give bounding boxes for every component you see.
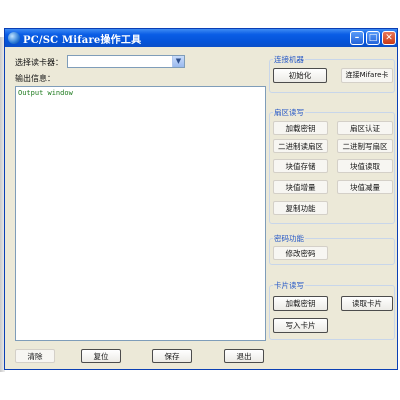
save-button[interactable]: 保存: [152, 349, 192, 363]
change-password-button[interactable]: 修改密码: [273, 246, 328, 260]
maximize-icon: □: [368, 33, 378, 43]
reader-select[interactable]: ▼: [67, 55, 185, 68]
reset-button[interactable]: 复位: [81, 349, 121, 363]
binary-read-button[interactable]: 二进制读扇区: [273, 139, 328, 153]
close-icon: ✕: [385, 33, 393, 43]
card-group-title: 卡片读写: [273, 280, 305, 291]
binary-write-button[interactable]: 二进制写扇区: [337, 139, 393, 153]
chevron-down-icon[interactable]: ▼: [172, 56, 184, 67]
output-label: 输出信息：: [15, 74, 55, 83]
sector-auth-button[interactable]: 扇区认证: [337, 121, 393, 135]
reader-label: 选择读卡器：: [15, 58, 63, 67]
read-card-button[interactable]: 读取卡片: [341, 296, 393, 311]
connect-mifare-button[interactable]: 连接Mifare卡: [341, 68, 393, 83]
value-decrement-button[interactable]: 块值减量: [337, 180, 393, 194]
main-window: PC/SC Mifare操作工具 – □ ✕ 选择读卡器： ▼ 输出信息： Ou…: [4, 28, 398, 370]
value-increment-button[interactable]: 块值增量: [273, 180, 328, 194]
init-button[interactable]: 初始化: [273, 68, 327, 83]
close-button[interactable]: ✕: [382, 31, 396, 45]
load-key-button[interactable]: 加载密钥: [273, 121, 328, 135]
value-read-button[interactable]: 块值读取: [337, 159, 393, 173]
value-store-button[interactable]: 块值存储: [273, 159, 328, 173]
output-window[interactable]: Output window: [15, 86, 266, 341]
exit-button[interactable]: 退出: [224, 349, 264, 363]
connect-group-title: 连接机器: [273, 54, 305, 65]
minimize-icon: –: [354, 33, 360, 43]
app-icon: [8, 32, 20, 44]
title-bar[interactable]: PC/SC Mifare操作工具 – □ ✕: [5, 29, 397, 47]
card-load-key-button[interactable]: 加载密钥: [273, 296, 328, 311]
write-card-button[interactable]: 写入卡片: [273, 318, 328, 333]
window-title: PC/SC Mifare操作工具: [23, 35, 142, 46]
copy-button[interactable]: 复制功能: [273, 201, 328, 215]
sector-group-title: 扇区读写: [273, 107, 305, 118]
clear-button[interactable]: 清除: [15, 349, 55, 363]
minimize-button[interactable]: –: [350, 31, 364, 45]
output-text: Output window: [18, 89, 73, 97]
password-group-title: 密码功能: [273, 233, 305, 244]
maximize-button[interactable]: □: [366, 31, 380, 45]
